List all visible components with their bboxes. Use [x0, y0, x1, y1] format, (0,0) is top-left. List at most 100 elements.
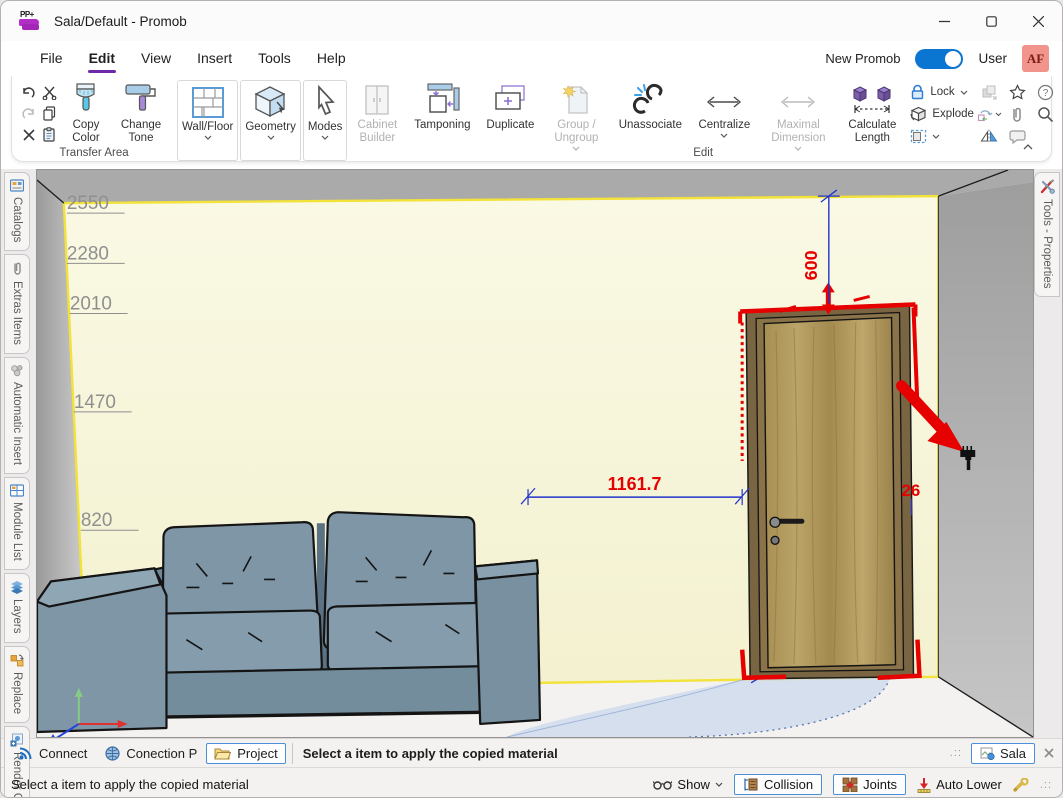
- dimension-horizontal: 1161.7: [608, 474, 662, 494]
- delete-icon: [22, 128, 36, 142]
- search-button[interactable]: [1033, 103, 1058, 125]
- close-scene-icon[interactable]: [1044, 748, 1054, 758]
- menu-view[interactable]: View: [128, 47, 184, 71]
- right-tab-strip: Tools - Properties: [1034, 169, 1062, 738]
- cabinet-builder-button[interactable]: Cabinet Builder: [348, 80, 406, 146]
- wall-floor-button[interactable]: Wall/Floor: [177, 80, 238, 161]
- project-tab[interactable]: Project: [206, 743, 285, 764]
- svg-text:?: ?: [1043, 88, 1049, 99]
- arrange-copies-button[interactable]: [977, 81, 1002, 103]
- calculate-length-button[interactable]: Calculate Length: [838, 80, 906, 146]
- minimize-button[interactable]: [921, 1, 968, 41]
- chevron-down-icon: [267, 135, 275, 140]
- avatar[interactable]: AF: [1022, 45, 1049, 72]
- chevron-down-icon: [995, 112, 1002, 117]
- delete-button[interactable]: [19, 125, 38, 144]
- sidebar-tab-catalogs[interactable]: Catalogs: [4, 172, 30, 251]
- group-transfer-area: Copy Color Change Tone Transfer Area: [18, 79, 170, 161]
- chevron-down-icon: [715, 782, 723, 787]
- promob-window: PP+ Sala/Default - Promob File Edit View…: [0, 0, 1063, 798]
- scene-tab-sala[interactable]: Sala: [971, 743, 1035, 764]
- attach-button[interactable]: [1005, 103, 1030, 125]
- resize-grip[interactable]: .::: [950, 747, 962, 759]
- cursor-arrow-icon: [312, 85, 338, 119]
- scene-viewport[interactable]: 2550 2280 2010 1470 820: [36, 169, 1034, 738]
- joints-icon: [842, 777, 858, 792]
- redo-button[interactable]: [19, 104, 38, 123]
- selection-options-button[interactable]: [910, 125, 974, 147]
- maximize-button[interactable]: [968, 1, 1015, 41]
- chevron-down-icon: [720, 133, 728, 138]
- sidebar-tab-extras-items[interactable]: Extras Items: [4, 254, 30, 354]
- minimize-icon: [939, 16, 950, 27]
- change-tone-button[interactable]: Change Tone: [112, 80, 170, 146]
- undo-icon: [21, 85, 36, 100]
- wrench-icon[interactable]: [1013, 778, 1029, 792]
- menu-bar: File Edit View Insert Tools Help New Pro…: [1, 41, 1062, 76]
- group-page-icon: [561, 83, 591, 117]
- new-promob-label: New Promob: [825, 51, 900, 66]
- door[interactable]: [740, 282, 919, 678]
- collapse-ribbon-button[interactable]: [1023, 137, 1033, 155]
- promob-app-icon: PP+: [19, 10, 43, 32]
- dimension-offset: 26: [902, 481, 921, 500]
- favorite-button[interactable]: [1005, 81, 1030, 103]
- bottom-dock-bar: Connect Conection P Project Select a ite…: [1, 738, 1062, 767]
- centralize-button[interactable]: Centralize: [690, 80, 758, 139]
- duplicate-button[interactable]: Duplicate: [478, 80, 542, 133]
- menu-file[interactable]: File: [27, 47, 76, 71]
- tamponing-button[interactable]: Tamponing: [406, 80, 478, 133]
- mirror-button[interactable]: [977, 125, 1002, 147]
- svg-text:1470: 1470: [74, 392, 116, 413]
- title-bar: PP+ Sala/Default - Promob: [1, 1, 1062, 41]
- copy-color-button[interactable]: Copy Color: [60, 80, 112, 146]
- star-icon: [1009, 84, 1026, 100]
- rss-icon: [18, 746, 33, 761]
- measure-cubes-icon: [850, 83, 894, 117]
- main-area: Catalogs Extras Items Automatic Insert M…: [1, 169, 1062, 738]
- sidebar-tab-tools-properties[interactable]: Tools - Properties: [1034, 172, 1060, 297]
- geometry-button[interactable]: Geometry: [240, 80, 301, 161]
- layers-icon: [10, 580, 24, 594]
- left-tab-strip: Catalogs Extras Items Automatic Insert M…: [1, 169, 36, 738]
- cut-button[interactable]: [40, 83, 59, 102]
- right-wall[interactable]: [938, 182, 1033, 737]
- unassociate-button[interactable]: Unassociate: [610, 80, 690, 133]
- joints-button[interactable]: Joints: [833, 774, 906, 795]
- auto-lower-button[interactable]: Auto Lower: [917, 777, 1002, 793]
- sidebar-tab-automatic-insert[interactable]: Automatic Insert: [4, 357, 30, 474]
- modes-button[interactable]: Modes: [303, 80, 348, 161]
- group-ungroup-button[interactable]: Group / Ungroup: [542, 80, 610, 152]
- sidebar-tab-layers[interactable]: Layers: [4, 573, 30, 643]
- menu-help[interactable]: Help: [304, 47, 359, 71]
- chevron-down-icon: [960, 90, 968, 95]
- user-label[interactable]: User: [978, 51, 1007, 66]
- explode-button[interactable]: Explode: [910, 103, 974, 125]
- sidebar-tab-replace[interactable]: Replace: [4, 646, 30, 723]
- conection-tab[interactable]: Conection P: [96, 744, 206, 763]
- folder-icon: [214, 746, 231, 760]
- close-button[interactable]: [1015, 1, 1062, 41]
- resize-grip[interactable]: .::: [1040, 779, 1052, 791]
- maximal-dimension-button[interactable]: Maximal Dimension: [758, 80, 838, 152]
- undo-button[interactable]: [19, 83, 38, 102]
- swap-position-button[interactable]: [977, 103, 1002, 125]
- menu-insert[interactable]: Insert: [184, 47, 245, 71]
- connect-tab[interactable]: Connect: [9, 744, 96, 763]
- sidebar-tab-module-list[interactable]: Module List: [4, 477, 30, 570]
- swap-arrows-icon: [977, 107, 993, 122]
- menu-edit[interactable]: Edit: [76, 47, 128, 71]
- collision-button[interactable]: Collision: [734, 774, 822, 795]
- menu-tools[interactable]: Tools: [245, 47, 304, 71]
- explode-icon: [910, 106, 927, 122]
- lock-button[interactable]: Lock: [910, 81, 974, 103]
- new-promob-toggle[interactable]: [915, 49, 963, 69]
- brick-wall-icon: [191, 86, 225, 119]
- show-dropdown[interactable]: Show: [653, 777, 723, 792]
- duplicate-icon: [492, 83, 528, 117]
- status-bar: Select a item to apply the copied materi…: [1, 767, 1062, 798]
- copy-button[interactable]: [40, 104, 59, 123]
- help-button[interactable]: ?: [1033, 81, 1058, 103]
- paste-button[interactable]: [40, 125, 59, 144]
- redo-icon: [21, 106, 36, 121]
